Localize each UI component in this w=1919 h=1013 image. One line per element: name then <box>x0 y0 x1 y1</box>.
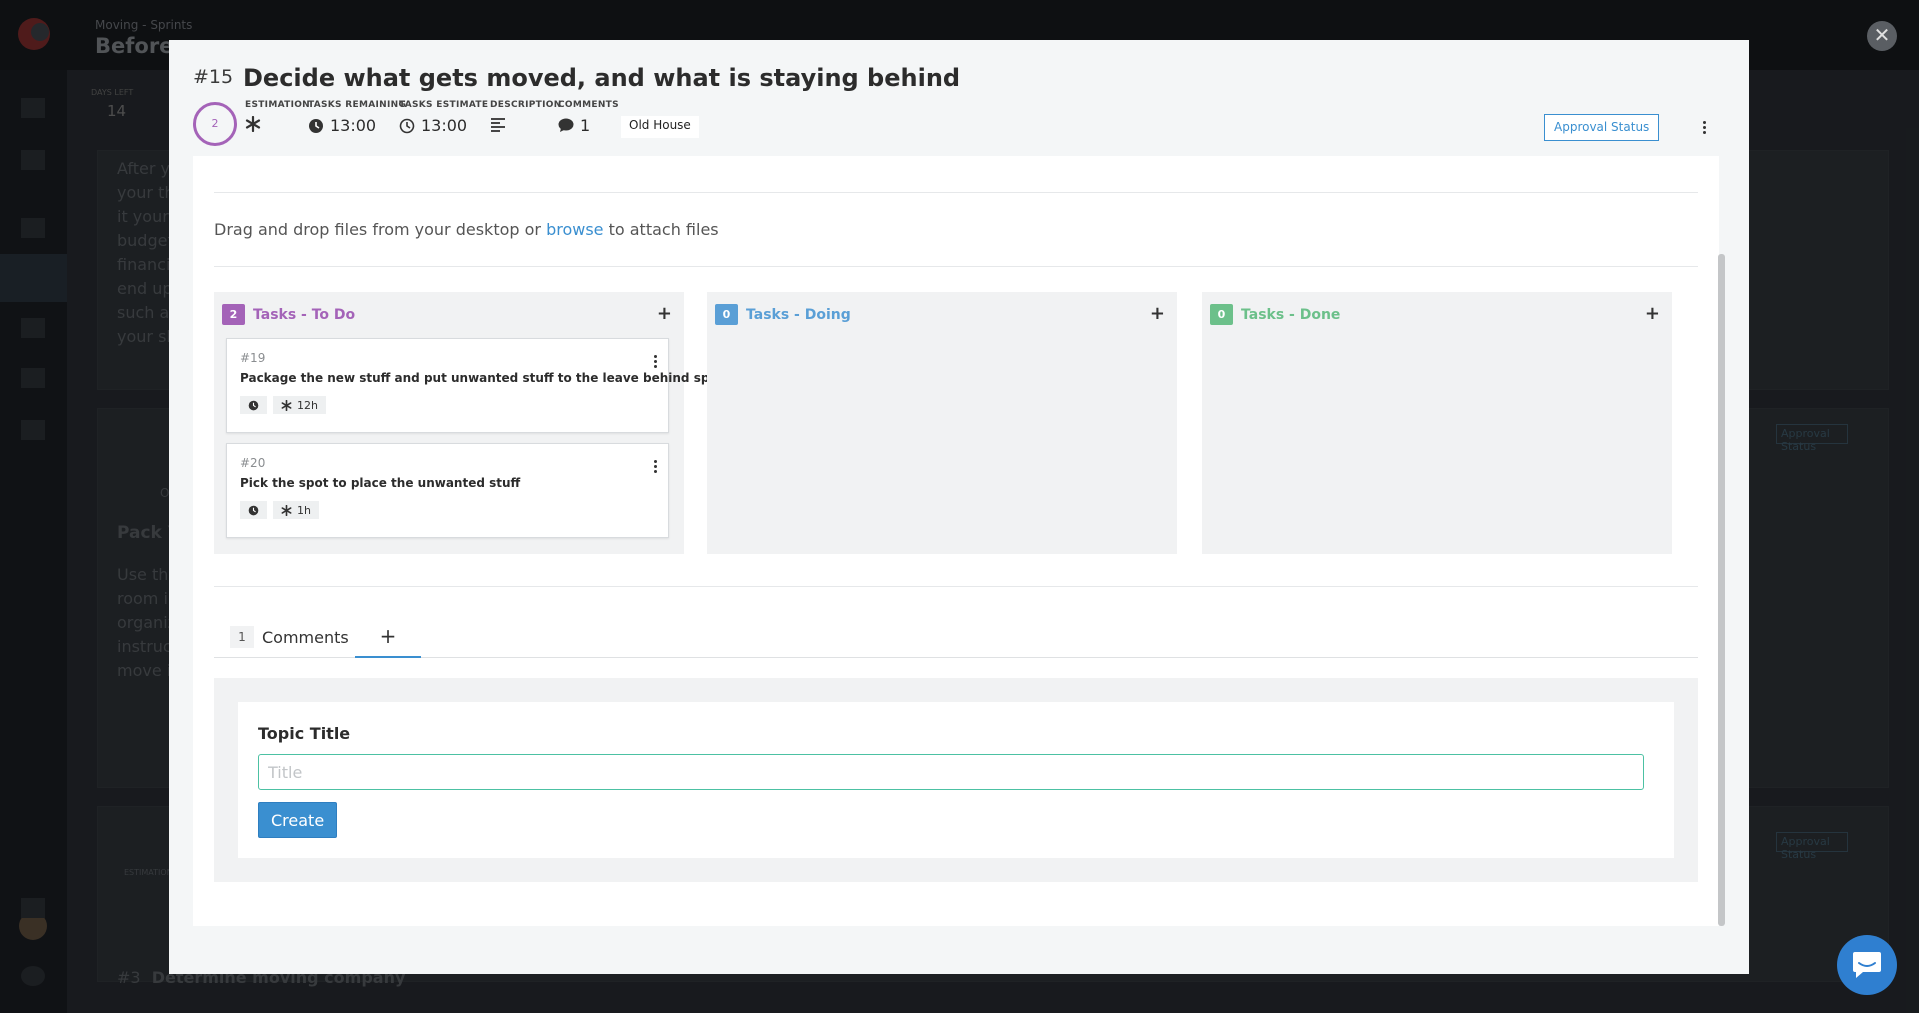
topic-title-label: Topic Title <box>258 724 351 743</box>
clock-outline-icon <box>399 118 415 133</box>
approval-status-button[interactable]: Approval Status <box>1544 114 1660 141</box>
add-task-button[interactable]: + <box>657 303 672 324</box>
modal-header: #15 Decide what gets moved, and what is … <box>169 40 1749 156</box>
comments-count: 1 <box>230 626 254 648</box>
task-menu-icon[interactable] <box>650 459 660 475</box>
board-header: 0 Tasks - Done <box>1210 304 1340 325</box>
clock-icon <box>248 505 259 515</box>
add-task-button[interactable]: + <box>1645 303 1660 324</box>
meta-description[interactable]: DESCRIPTION <box>490 100 562 132</box>
clock-icon <box>248 400 259 410</box>
task-title: Package the new stuff and put unwanted s… <box>240 371 724 385</box>
add-task-button[interactable]: + <box>1150 303 1165 324</box>
asterisk-icon <box>245 116 261 132</box>
issue-modal: #15 Decide what gets moved, and what is … <box>169 40 1749 974</box>
tab-label: Comments <box>262 627 349 647</box>
asterisk-icon <box>281 399 292 411</box>
meta-tasks-remaining: TASKS REMAINING 13:00 <box>308 100 407 135</box>
task-menu-icon[interactable] <box>650 354 660 370</box>
modal-body: Drag and drop files from your desktop or… <box>193 156 1719 926</box>
task-count-badge: 0 <box>715 304 738 325</box>
board-title: Tasks - Done <box>1241 306 1341 323</box>
tag-chip[interactable]: Old House <box>621 116 699 138</box>
create-topic-button[interactable]: Create <box>258 802 338 838</box>
browse-link[interactable]: browse <box>546 220 603 239</box>
meta-estimation[interactable]: ESTIMATION <box>245 100 310 132</box>
time-chip <box>240 501 267 519</box>
issue-title: Decide what gets moved, and what is stay… <box>243 64 961 92</box>
comments-tabs: 1 Comments + <box>214 616 1698 658</box>
task-title: Pick the spot to place the unwanted stuf… <box>240 476 521 490</box>
task-card[interactable]: #19 Package the new stuff and put unwant… <box>226 338 723 433</box>
board-doing: 0 Tasks - Doing + <box>707 292 1177 554</box>
divider <box>214 266 1698 267</box>
task-chips: 1h <box>240 501 319 519</box>
modal-scrollbar[interactable] <box>1718 254 1725 926</box>
task-chips: 12h <box>240 396 326 414</box>
plus-icon: + <box>379 624 397 648</box>
file-dropzone[interactable]: Drag and drop files from your desktop or… <box>214 220 719 239</box>
close-modal-button[interactable]: ✕ <box>1867 21 1897 51</box>
align-left-icon <box>491 118 505 132</box>
board-header: 2 Tasks - To Do <box>222 304 355 325</box>
divider <box>214 586 1698 587</box>
topic-form: Topic Title Create <box>238 702 1674 858</box>
story-points[interactable]: 2 <box>193 102 237 146</box>
task-number: #19 <box>240 351 266 365</box>
chat-bubble-icon <box>1853 952 1881 978</box>
topic-panel: Topic Title Create <box>214 678 1698 882</box>
board-header: 0 Tasks - Doing <box>715 304 851 325</box>
estimate-chip: 12h <box>273 396 326 414</box>
modal-menu-icon[interactable] <box>1699 120 1709 136</box>
topic-title-input[interactable] <box>258 754 1644 790</box>
board-title: Tasks - Doing <box>746 306 851 323</box>
tab-add-topic[interactable]: + <box>355 616 421 658</box>
task-number: #20 <box>240 456 266 470</box>
board-todo: 2 Tasks - To Do + #19 Package the new st… <box>214 292 723 554</box>
tab-comments[interactable]: 1 Comments <box>230 616 349 658</box>
task-card[interactable]: #20 Pick the spot to place the unwanted … <box>226 443 669 538</box>
estimate-chip: 1h <box>273 501 319 519</box>
clock-icon <box>309 118 323 133</box>
time-chip <box>240 396 267 414</box>
chat-support-button[interactable] <box>1837 935 1897 995</box>
divider <box>214 192 1698 193</box>
task-count-badge: 2 <box>222 304 245 325</box>
task-count-badge: 0 <box>1210 304 1233 325</box>
meta-comments[interactable]: COMMENTS 1 <box>558 100 619 135</box>
meta-tasks-estimate: TASKS ESTIMATE 13:00 <box>399 100 489 135</box>
board-title: Tasks - To Do <box>253 306 356 323</box>
comment-icon <box>558 118 574 132</box>
asterisk-icon <box>281 504 292 516</box>
issue-number: #15 <box>193 66 234 88</box>
board-done: 0 Tasks - Done + <box>1202 292 1672 554</box>
